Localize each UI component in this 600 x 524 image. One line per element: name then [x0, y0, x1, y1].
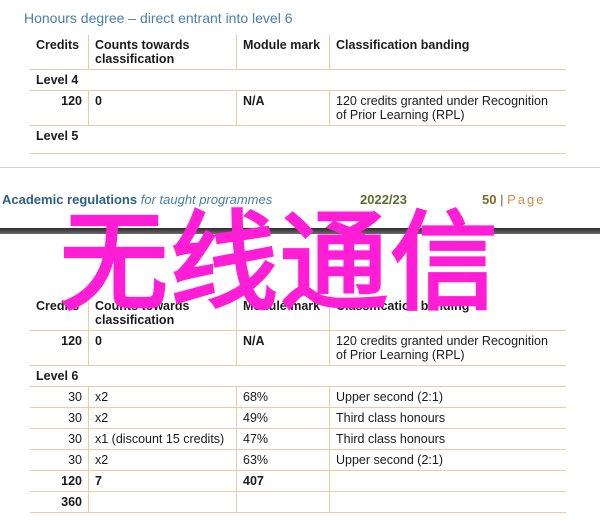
total-mark: 407: [236, 470, 330, 492]
table-header-row: Credits Counts towards classification Mo…: [30, 35, 566, 70]
cell-credits: 30: [30, 407, 89, 429]
cell-counts: x2: [88, 407, 237, 429]
footer-page-number: 50: [482, 192, 497, 207]
level-row: Level 6: [30, 365, 566, 387]
cell-counts: 0: [88, 90, 237, 126]
total-counts: 7: [88, 470, 237, 492]
footer-year: 2022/23: [360, 192, 407, 207]
cell-credits: 120: [30, 90, 89, 126]
cell-counts: 0: [88, 330, 237, 366]
total-credits: 120: [30, 470, 89, 492]
top-classification-table: Credits Counts towards classification Mo…: [30, 35, 566, 154]
total-banding: [329, 470, 566, 492]
table-row: 120 0 N/A 120 credits granted under Reco…: [30, 90, 566, 126]
cell-banding: 120 credits granted under Recognition of…: [329, 330, 566, 366]
header-credits: Credits: [30, 35, 89, 70]
cell-banding: Upper second (2:1): [329, 449, 566, 471]
level-row: Level 4: [30, 69, 566, 91]
footer-separator: |: [500, 192, 504, 207]
cell-credits: 120: [30, 330, 89, 366]
cell-counts: x2: [88, 449, 237, 471]
header-banding: Classification banding: [329, 35, 566, 70]
grand-total-credits: 360: [30, 491, 89, 513]
page-divider: [0, 228, 600, 234]
cell-credits: 30: [30, 449, 89, 471]
level-4-label: Level 4: [30, 69, 566, 91]
cell-mark: N/A: [236, 330, 330, 366]
page-break-line: [0, 167, 600, 168]
footer-page-label: Page: [507, 192, 546, 207]
header-counts: Counts towards classification: [88, 296, 237, 331]
cell-banding: Third class honours: [329, 407, 566, 429]
table-row: 30 x2 49% Third class honours: [30, 407, 566, 429]
cell-credits: 30: [30, 386, 89, 408]
table-row: 30 x2 68% Upper second (2:1): [30, 386, 566, 408]
cell-banding: Upper second (2:1): [329, 386, 566, 408]
table-row: 30 x2 63% Upper second (2:1): [30, 449, 566, 471]
cell-counts: x2: [88, 386, 237, 408]
grand-total-empty: [329, 491, 566, 513]
table-row: 30 x1 (discount 15 credits) 47% Third cl…: [30, 428, 566, 450]
cell-mark: 47%: [236, 428, 330, 450]
cell-mark: 63%: [236, 449, 330, 471]
header-counts: Counts towards classification: [88, 35, 237, 70]
header-module-mark: Module mark: [236, 296, 330, 331]
grand-total-row: 360: [30, 491, 566, 513]
cell-banding: Third class honours: [329, 428, 566, 450]
header-module-mark: Module mark: [236, 35, 330, 70]
footer-doc-bold: Academic regulations: [2, 192, 138, 207]
page-footer: Academic regulations for taught programm…: [0, 192, 600, 210]
cell-mark: 68%: [236, 386, 330, 408]
footer-doc-italic: for taught programmes: [140, 192, 273, 207]
cell-mark: 49%: [236, 407, 330, 429]
cell-counts: x1 (discount 15 credits): [88, 428, 237, 450]
level-5-label: Level 5: [30, 125, 566, 154]
grand-total-empty: [88, 491, 237, 513]
table-header-row: Credits Counts towards classification Mo…: [30, 296, 566, 331]
cell-credits: 30: [30, 428, 89, 450]
level-6-label: Level 6: [30, 365, 566, 387]
page-title: Honours degree – direct entrant into lev…: [24, 10, 293, 26]
total-row: 120 7 407: [30, 470, 566, 492]
footer-doc-title: Academic regulations for taught programm…: [2, 192, 272, 207]
cell-banding: 120 credits granted under Recognition of…: [329, 90, 566, 126]
level-row: Level 5: [30, 125, 566, 154]
header-banding: Classification banding: [329, 296, 566, 331]
footer-page: 50 | Page: [482, 192, 545, 207]
bottom-classification-table: Credits Counts towards classification Mo…: [30, 296, 566, 513]
grand-total-empty: [236, 491, 330, 513]
cell-mark: N/A: [236, 90, 330, 126]
header-credits: Credits: [30, 296, 89, 331]
table-row: 120 0 N/A 120 credits granted under Reco…: [30, 330, 566, 366]
